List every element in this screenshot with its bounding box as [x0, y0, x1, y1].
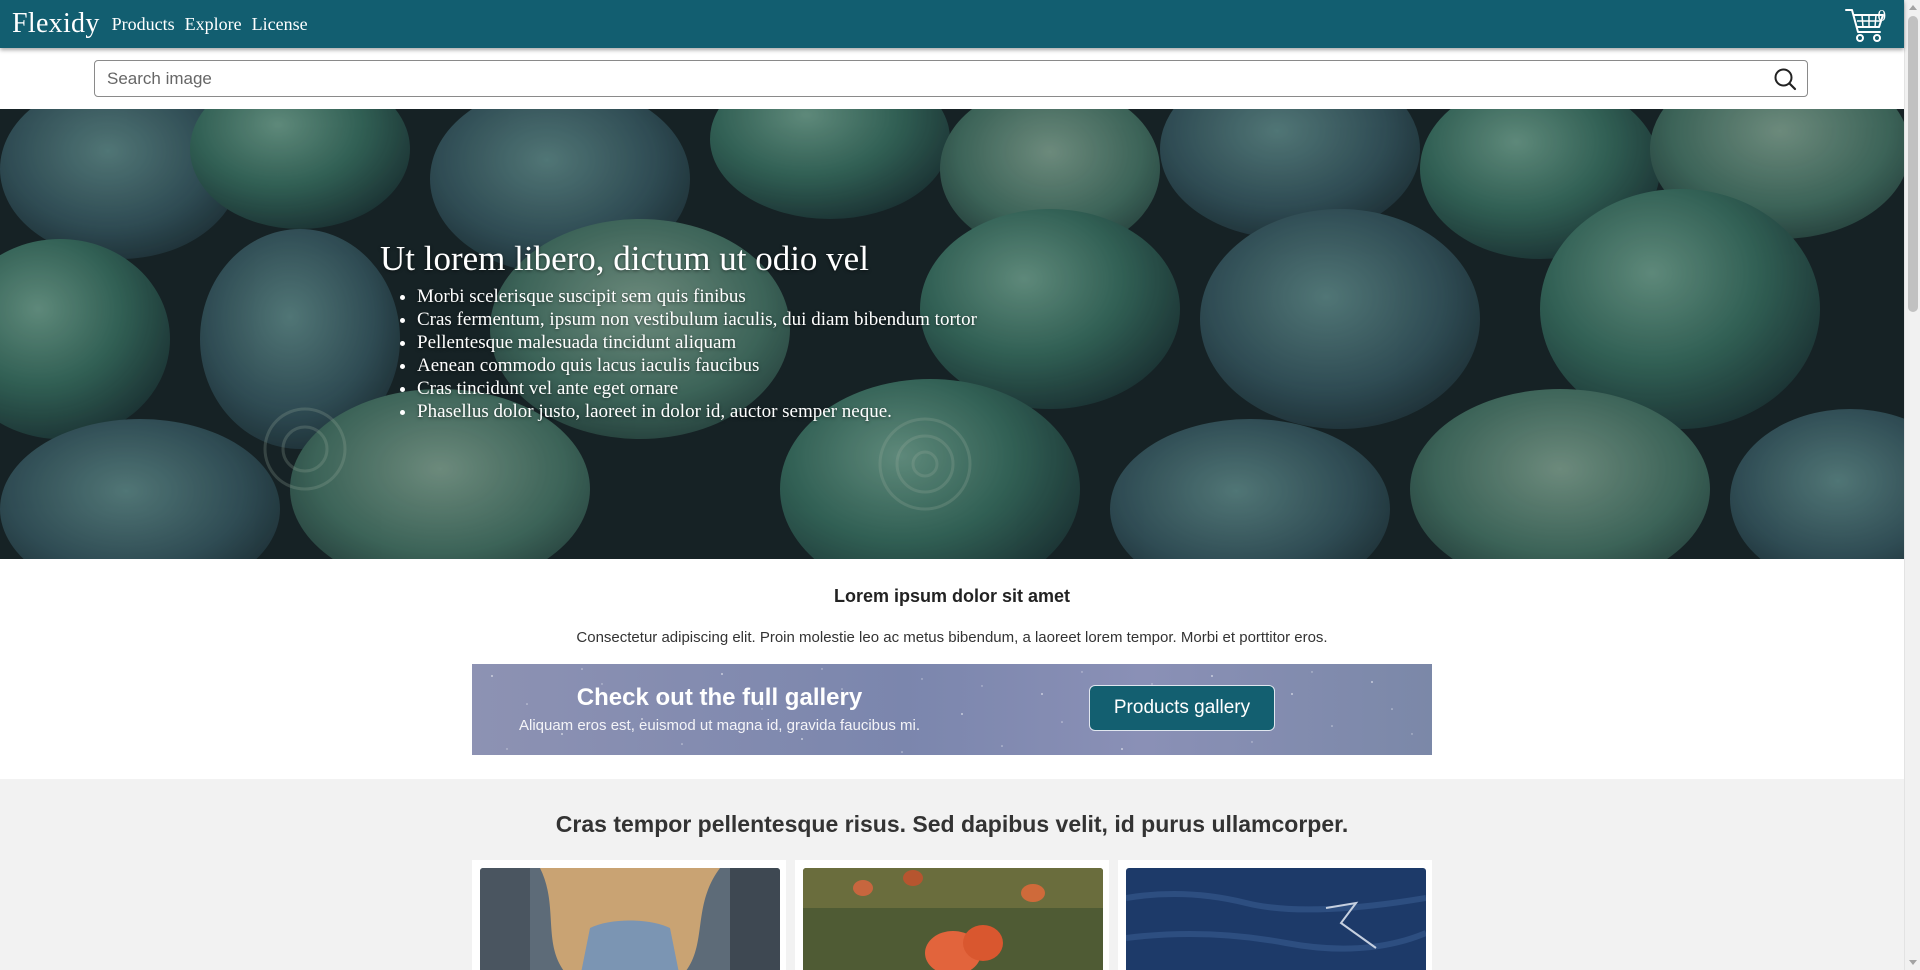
card-image-tulips[interactable]: [803, 868, 1103, 970]
nav-link-license[interactable]: License: [252, 14, 308, 35]
search-box: [94, 60, 1808, 97]
hero-list-item: Cras tincidunt vel ante eget ornare: [417, 377, 977, 400]
scroll-up-arrow-icon[interactable]: [1909, 5, 1917, 10]
hero-list-item: Pellentesque malesuada tincidunt aliquam: [417, 331, 977, 354]
gallery-card[interactable]: [1118, 860, 1432, 970]
hero-content: Ut lorem libero, dictum ut odio vel Morb…: [380, 239, 977, 423]
promo-subtitle: Aliquam eros est, euismod ut magna id, g…: [518, 717, 921, 734]
search-bar-area: [0, 48, 1904, 109]
hero-banner: Ut lorem libero, dictum ut odio vel Morb…: [0, 109, 1904, 559]
gallery-card[interactable]: [795, 860, 1109, 970]
search-input[interactable]: [95, 61, 1755, 96]
hero-list: Morbi scelerisque suscipit sem quis fini…: [417, 285, 977, 423]
gallery-promo-banner: Check out the full gallery Aliquam eros …: [472, 664, 1432, 755]
gallery-card[interactable]: [472, 860, 786, 970]
search-icon[interactable]: [1773, 67, 1797, 91]
promo-title: Check out the full gallery: [576, 684, 863, 711]
brand-logo[interactable]: Flexidy: [12, 8, 100, 40]
card-image-woman[interactable]: [480, 868, 780, 970]
scroll-down-arrow-icon[interactable]: [1909, 960, 1917, 965]
hero-list-item: Aenean commodo quis lacus iaculis faucib…: [417, 354, 977, 377]
page-scrollbar[interactable]: [1904, 0, 1920, 970]
cart-button[interactable]: 0: [1844, 4, 1888, 44]
hero-list-item: Morbi scelerisque suscipit sem quis fini…: [417, 285, 977, 308]
card-image-ocean[interactable]: [1126, 868, 1426, 970]
scrollbar-thumb[interactable]: [1908, 16, 1918, 312]
nav-links: Products Explore License: [112, 14, 318, 35]
gallery-cards: [472, 860, 1432, 970]
nav-link-explore[interactable]: Explore: [185, 14, 242, 35]
intro-title: Lorem ipsum dolor sit amet: [833, 586, 1071, 606]
gallery-section-title: Cras tempor pellentesque risus. Sed dapi…: [555, 811, 1349, 837]
top-navbar: Flexidy Products Explore License 0: [0, 0, 1904, 48]
hero-list-item: Phasellus dolor justo, laoreet in dolor …: [417, 400, 977, 423]
cart-count-badge: 0: [1877, 6, 1887, 25]
hero-title: Ut lorem libero, dictum ut odio vel: [380, 239, 869, 278]
nav-link-products[interactable]: Products: [112, 14, 175, 35]
hero-list-item: Cras fermentum, ipsum non vestibulum iac…: [417, 308, 977, 331]
products-gallery-button[interactable]: Products gallery: [1089, 685, 1275, 731]
intro-text: Consectetur adipiscing elit. Proin moles…: [576, 629, 1328, 646]
intro-section: Lorem ipsum dolor sit amet Consectetur a…: [0, 559, 1904, 779]
